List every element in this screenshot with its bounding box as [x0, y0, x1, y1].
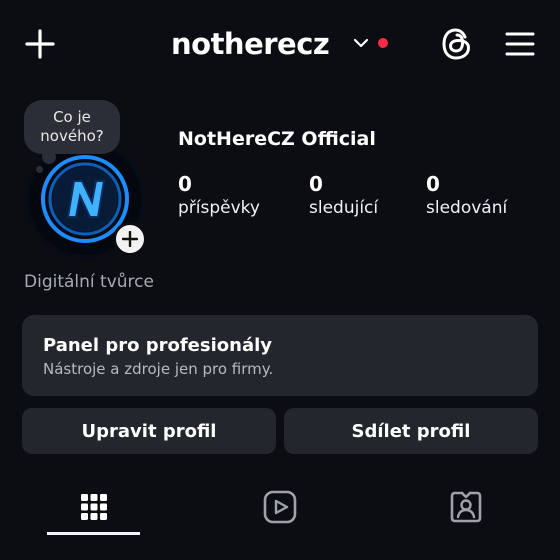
- note-bubble-tail: [42, 150, 56, 164]
- stat-followers-label: sledující: [309, 198, 379, 218]
- profile-display-name: NotHereCZ Official: [178, 128, 376, 150]
- threads-button[interactable]: [438, 24, 476, 64]
- notification-dot: [378, 38, 388, 48]
- tab-reels[interactable]: [234, 478, 326, 536]
- stat-posts-label: příspěvky: [178, 198, 260, 218]
- tab-tagged[interactable]: [420, 478, 512, 536]
- threads-icon: [442, 28, 471, 60]
- note-bubble-tail-small: [36, 166, 43, 173]
- chevron-down-icon[interactable]: [352, 36, 370, 50]
- note-bubble[interactable]: Co je nového?: [24, 100, 120, 154]
- menu-button[interactable]: [502, 26, 538, 62]
- stat-following[interactable]: 0 sledování: [426, 172, 507, 218]
- stat-following-label: sledování: [426, 198, 508, 218]
- active-tab-indicator: [47, 532, 140, 535]
- edit-profile-button[interactable]: Upravit profil: [22, 408, 276, 454]
- tagged-icon: [450, 491, 482, 523]
- top-bar: notherecz: [0, 0, 560, 90]
- stat-following-value: 0: [426, 172, 440, 196]
- tab-posts-grid[interactable]: [47, 478, 140, 536]
- panel-subtitle: Nástroje a zdroje jen pro firmy.: [43, 360, 274, 378]
- stat-followers-value: 0: [309, 172, 323, 196]
- add-story-button[interactable]: [113, 222, 147, 256]
- reels-icon: [263, 490, 297, 524]
- stat-posts-value: 0: [178, 172, 192, 196]
- panel-title: Panel pro profesionály: [43, 335, 272, 356]
- plus-icon: [122, 231, 138, 247]
- profile-category: Digitální tvůrce: [24, 272, 154, 292]
- stat-followers[interactable]: 0 sledující: [309, 172, 378, 218]
- plus-icon: [25, 29, 55, 59]
- account-username[interactable]: notherecz: [171, 22, 330, 66]
- create-button[interactable]: [22, 26, 58, 62]
- hamburger-menu-icon: [505, 32, 535, 56]
- professional-dashboard-panel[interactable]: Panel pro profesionály Nástroje a zdroje…: [22, 315, 538, 396]
- stat-posts[interactable]: 0 příspěvky: [178, 172, 260, 218]
- grid-icon: [80, 494, 107, 520]
- share-profile-button[interactable]: Sdílet profil: [284, 408, 538, 454]
